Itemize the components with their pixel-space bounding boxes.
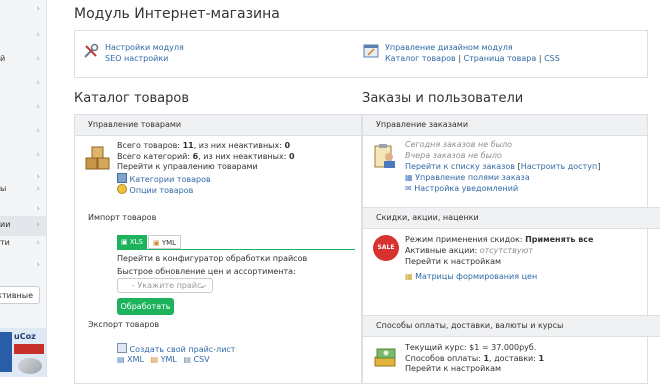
sale-badge-icon: SALE [373, 235, 399, 261]
tab-xls[interactable]: ▣ XLS [117, 235, 147, 249]
matrix-icon: ▦ [405, 272, 413, 281]
chevron-right-icon: › [36, 30, 40, 40]
inactive-filter-button[interactable]: ктивные [0, 286, 40, 304]
product-page-link[interactable]: Страница товара [464, 54, 537, 63]
ucoz-ad-banner[interactable]: uCoz [0, 328, 46, 377]
sidebar-item[interactable]: ы › [0, 180, 46, 200]
ad-ribbon [14, 344, 44, 354]
price-matrix-link[interactable]: Матрицы формирования цен [415, 272, 537, 281]
module-settings-panel: Настройки модуля SEO настройки Управлени… [74, 30, 648, 78]
sidebar-item[interactable]: › [0, 146, 46, 166]
options-icon [117, 184, 127, 194]
module-settings-link[interactable]: Настройки модуля [105, 43, 184, 52]
export-section-title: Экспорт товаров [88, 320, 160, 329]
import-section-title: Импорт товаров [88, 213, 157, 222]
quick-update-label: Быстрое обновление цен и ассортимента: [117, 267, 296, 276]
design-icon [363, 44, 379, 58]
categories-icon [117, 173, 127, 183]
csv-icon: ▤ [183, 355, 191, 364]
chevron-right-icon: › [36, 238, 40, 248]
order-fields-icon: ▦ [405, 173, 413, 182]
chevron-right-icon: › [36, 220, 40, 230]
sidebar-item[interactable]: › [0, 256, 46, 276]
export-xml-link[interactable]: XML [127, 355, 144, 364]
chevron-right-icon: › [36, 102, 40, 112]
catalog-panel: Управление товарами Всего товаров: 11, и… [74, 114, 362, 384]
orders-section-title: Заказы и пользователи [362, 91, 524, 106]
export-csv-link[interactable]: CSV [194, 355, 210, 364]
xml-icon: ▤ [117, 355, 125, 364]
notifications-icon: ✉ [405, 184, 412, 193]
chevron-right-icon: › [36, 78, 40, 88]
ucoz-logo: uCoz [14, 332, 36, 341]
boxes-icon [85, 146, 110, 170]
payment-settings-link[interactable]: Перейти к настройкам [405, 364, 501, 374]
catalog-section-title: Каталог товаров [74, 91, 189, 106]
css-link[interactable]: CSS [544, 54, 560, 63]
xls-icon: ▣ [121, 238, 128, 246]
tabs-underline [117, 249, 355, 250]
process-button[interactable]: Обработать [117, 298, 174, 315]
sidebar-item[interactable]: ти › [0, 234, 46, 254]
sidebar-item-active[interactable]: ии › [0, 216, 46, 236]
order-fields-link[interactable]: Управление полями заказа [415, 173, 530, 182]
clipboard-user-icon [374, 144, 395, 168]
page-title: Модуль Интернет-магазина [74, 6, 280, 22]
today-orders-text: Сегодня заказов не было [405, 140, 512, 149]
catalog-page-link[interactable]: Каталог товаров [385, 54, 456, 63]
configure-access-link[interactable]: Настроить доступ [521, 162, 598, 171]
yesterday-orders-text: Вчера заказов не было [405, 151, 502, 160]
tools-icon [84, 43, 99, 58]
sidebar-item[interactable]: й › [0, 50, 46, 70]
chevron-right-icon: › [36, 4, 40, 14]
sidebar-item[interactable]: › [0, 98, 46, 118]
chevron-right-icon: › [36, 204, 40, 214]
goto-orders-link[interactable]: Перейти к списку заказов [405, 162, 515, 171]
disc-image [18, 358, 42, 374]
sidebar-item[interactable]: › [0, 122, 46, 142]
chevron-right-icon: › [36, 150, 40, 160]
export-yml-link[interactable]: YML [161, 355, 177, 364]
discount-settings-link[interactable]: Перейти к настройкам [405, 257, 501, 267]
create-pricelist-link[interactable]: Создать свой прайс-лист [130, 345, 236, 354]
money-icon [374, 348, 396, 367]
seo-settings-link[interactable]: SEO настройки [105, 54, 168, 63]
sidebar-item[interactable]: › [0, 74, 46, 94]
sidebar-item[interactable]: › [0, 26, 46, 46]
categories-link[interactable]: Категории товаров [130, 175, 211, 184]
discounts-header: Скидки, акции, наценки [363, 207, 660, 229]
chevron-right-icon: › [36, 260, 40, 270]
chevron-right-icon: › [36, 126, 40, 136]
options-link[interactable]: Опции товаров [130, 186, 194, 195]
notifications-link[interactable]: Настройка уведомлений [414, 184, 518, 193]
sidebar-item[interactable]: › [0, 0, 46, 20]
chevron-down-icon: ⌄ [199, 281, 206, 290]
tab-yml[interactable]: ▣ YML [148, 235, 182, 249]
yml-icon: ▣ [153, 239, 160, 247]
chevron-right-icon: › [36, 184, 40, 194]
price-configurator-link[interactable]: Перейти в конфигуратор обработки прайсов [117, 254, 307, 264]
chevron-right-icon: › [36, 54, 40, 64]
design-management-link[interactable]: Управление дизайном модуля [385, 43, 513, 52]
left-sidebar: › › й › › › › › › ы › › ии › ти › › ктивные … [0, 0, 47, 377]
yml-file-icon: ▤ [150, 355, 159, 364]
pricelist-select[interactable]: - Укажите прайс - ⌄ [117, 278, 213, 293]
manage-orders-header: Управление заказами [363, 115, 647, 136]
payment-header: Способы оплаты, доставки, валюты и курсы [363, 315, 660, 337]
orders-panel: Управление заказами Сегодня заказов не б… [362, 114, 660, 384]
manage-products-header: Управление товарами [75, 115, 361, 136]
goto-manage-products-link[interactable]: Перейти к управлению товарами [117, 162, 258, 172]
pricelist-icon [117, 343, 127, 353]
